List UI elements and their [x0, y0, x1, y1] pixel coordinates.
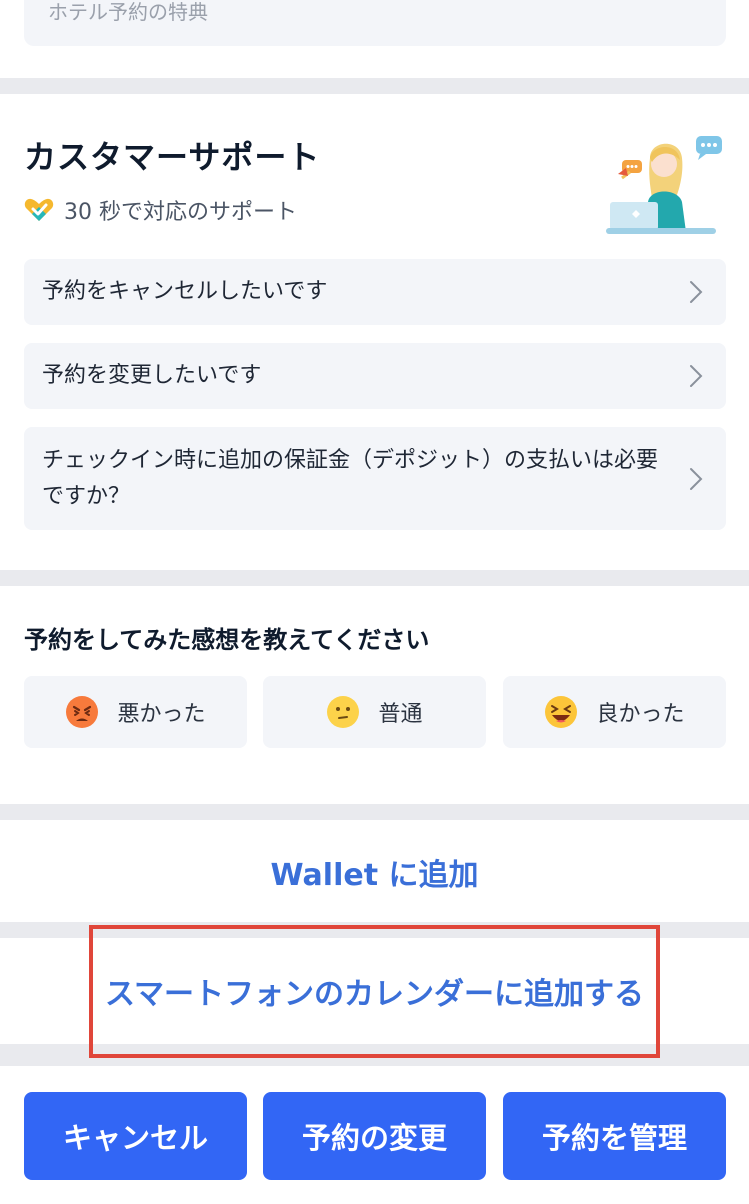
- faq-label: 予約をキャンセルしたいです: [42, 279, 328, 304]
- manage-booking-button[interactable]: 予約を管理: [503, 1092, 726, 1180]
- feedback-good-button[interactable]: 良かった: [503, 676, 726, 748]
- feedback-normal-button[interactable]: 普通: [263, 676, 486, 748]
- support-agent-illustration: [606, 136, 722, 234]
- feedback-label: 普通: [378, 702, 423, 727]
- customer-support-section: カスタマーサポート 30 秒で対応のサポート 予約をキャンセルしたいです 予約を…: [0, 94, 749, 570]
- chevron-right-icon: [690, 365, 703, 387]
- laughing-face-icon: [545, 696, 578, 728]
- heart-check-icon: [24, 198, 54, 221]
- feedback-section: 予約をしてみた感想を教えてください 悪かった 普通 良かった: [0, 586, 749, 804]
- hotel-benefits-section: ホテル予約の特典: [0, 0, 749, 78]
- chevron-right-icon: [690, 281, 703, 303]
- faq-item-change[interactable]: 予約を変更したいです: [24, 343, 726, 409]
- faq-label: 予約を変更したいです: [42, 363, 262, 388]
- feedback-label: 良かった: [596, 702, 685, 727]
- calendar-section: スマートフォンのカレンダーに追加する: [0, 938, 749, 1044]
- feedback-bad-button[interactable]: 悪かった: [24, 676, 247, 748]
- angry-face-icon: [66, 696, 99, 728]
- change-booking-button[interactable]: 予約の変更: [263, 1092, 486, 1180]
- faq-item-cancel[interactable]: 予約をキャンセルしたいです: [24, 259, 726, 325]
- hotel-benefits-label: ホテル予約の特典: [48, 0, 208, 24]
- bottom-action-bar: キャンセル 予約の変更 予約を管理: [0, 1066, 749, 1204]
- support-subtitle: 30 秒で対応のサポート: [24, 194, 297, 226]
- faq-item-deposit[interactable]: チェックイン時に追加の保証金（デポジット）の支払いは必要ですか？: [24, 427, 726, 530]
- feedback-title: 予約をしてみた感想を教えてください: [24, 626, 430, 654]
- add-to-calendar-link[interactable]: スマートフォンのカレンダーに追加する: [105, 969, 644, 1013]
- add-to-wallet-link[interactable]: Wallet に追加: [271, 850, 479, 894]
- support-title: カスタマーサポート: [24, 138, 321, 176]
- neutral-face-icon: [327, 696, 360, 728]
- hotel-benefits-card[interactable]: ホテル予約の特典: [24, 0, 726, 46]
- cancel-button[interactable]: キャンセル: [24, 1092, 247, 1180]
- wallet-section: Wallet に追加: [0, 820, 749, 922]
- support-subtitle-text: 30 秒で対応のサポート: [64, 200, 297, 225]
- faq-label: チェックイン時に追加の保証金（デポジット）の支払いは必要ですか？: [42, 447, 659, 509]
- feedback-label: 悪かった: [117, 702, 206, 727]
- chevron-right-icon: [690, 467, 703, 490]
